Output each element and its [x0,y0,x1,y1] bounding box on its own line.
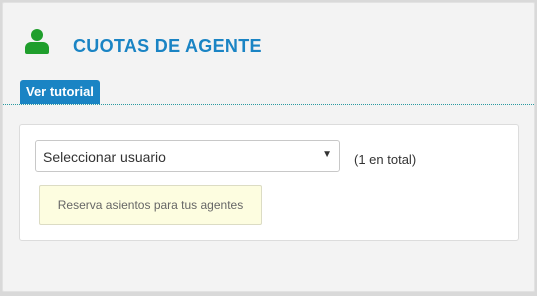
page-title: CUOTAS DE AGENTE [73,36,262,56]
notice-box: Reserva asientos para tus agentes [39,185,262,225]
user-select-value: Seleccionar usuario [43,149,166,165]
total-count: (1 en total) [354,152,417,167]
divider [3,104,534,105]
user-icon [25,29,49,55]
chevron-down-icon: ▼ [322,149,332,160]
content-card: Seleccionar usuario ▼ (1 en total) Reser… [19,124,519,241]
view-tutorial-button[interactable]: Ver tutorial [20,80,100,104]
agent-quotas-panel: CUOTAS DE AGENTE Ver tutorial Selecciona… [2,2,535,292]
user-select[interactable]: Seleccionar usuario ▼ [35,140,340,172]
page-header: CUOTAS DE AGENTE [3,3,534,83]
